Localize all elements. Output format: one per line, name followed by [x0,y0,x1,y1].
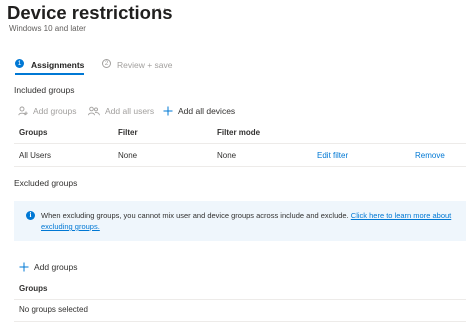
people-icon [88,106,100,116]
empty-state-text: No groups selected [19,305,88,314]
column-header-filter: Filter [118,128,138,137]
step-1-number[interactable]: 1 [15,59,24,68]
edit-filter-link[interactable]: Edit filter [317,151,348,160]
row-filter: None [118,151,138,160]
more-options-icon[interactable]: ··· [152,1,168,16]
included-groups-heading: Included groups [14,85,75,95]
table-row: All Users None None Edit filter Remove [14,144,466,166]
excluded-row-divider [14,321,466,322]
column-header-filter-mode: Filter mode [217,128,261,137]
info-icon: i [26,211,35,220]
add-groups-label: Add groups [33,106,77,116]
excluded-column-header-groups: Groups [19,284,48,293]
step-assignments-tab[interactable]: Assignments [31,60,84,70]
row-group-name: All Users [19,151,52,160]
active-step-indicator [15,73,84,75]
person-add-icon [18,106,28,116]
page-title: Device restrictions [7,2,173,23]
add-all-devices-label: Add all devices [178,106,236,116]
add-excluded-groups-button[interactable]: Add groups [19,262,77,272]
column-header-groups: Groups [19,128,48,137]
add-excluded-groups-label: Add groups [34,262,78,272]
add-all-devices-button[interactable]: Add all devices [163,106,235,116]
step-2-number[interactable]: 2 [102,59,111,68]
step-review-save-tab[interactable]: Review + save [117,60,173,70]
excluded-header-divider [14,299,466,300]
remove-link[interactable]: Remove [415,151,445,160]
excluded-groups-heading: Excluded groups [14,178,78,188]
banner-message: When excluding groups, you cannot mix us… [41,211,349,220]
plus-icon [163,106,173,116]
row-filter-mode: None [217,151,237,160]
table-row-divider [14,166,466,167]
info-banner-text: When excluding groups, you cannot mix us… [41,210,456,232]
plus-icon [19,262,29,272]
add-groups-button[interactable]: Add groups [18,106,76,116]
add-all-users-button[interactable]: Add all users [88,106,154,116]
page-subtitle: Windows 10 and later [9,24,86,33]
add-all-users-label: Add all users [105,106,155,116]
